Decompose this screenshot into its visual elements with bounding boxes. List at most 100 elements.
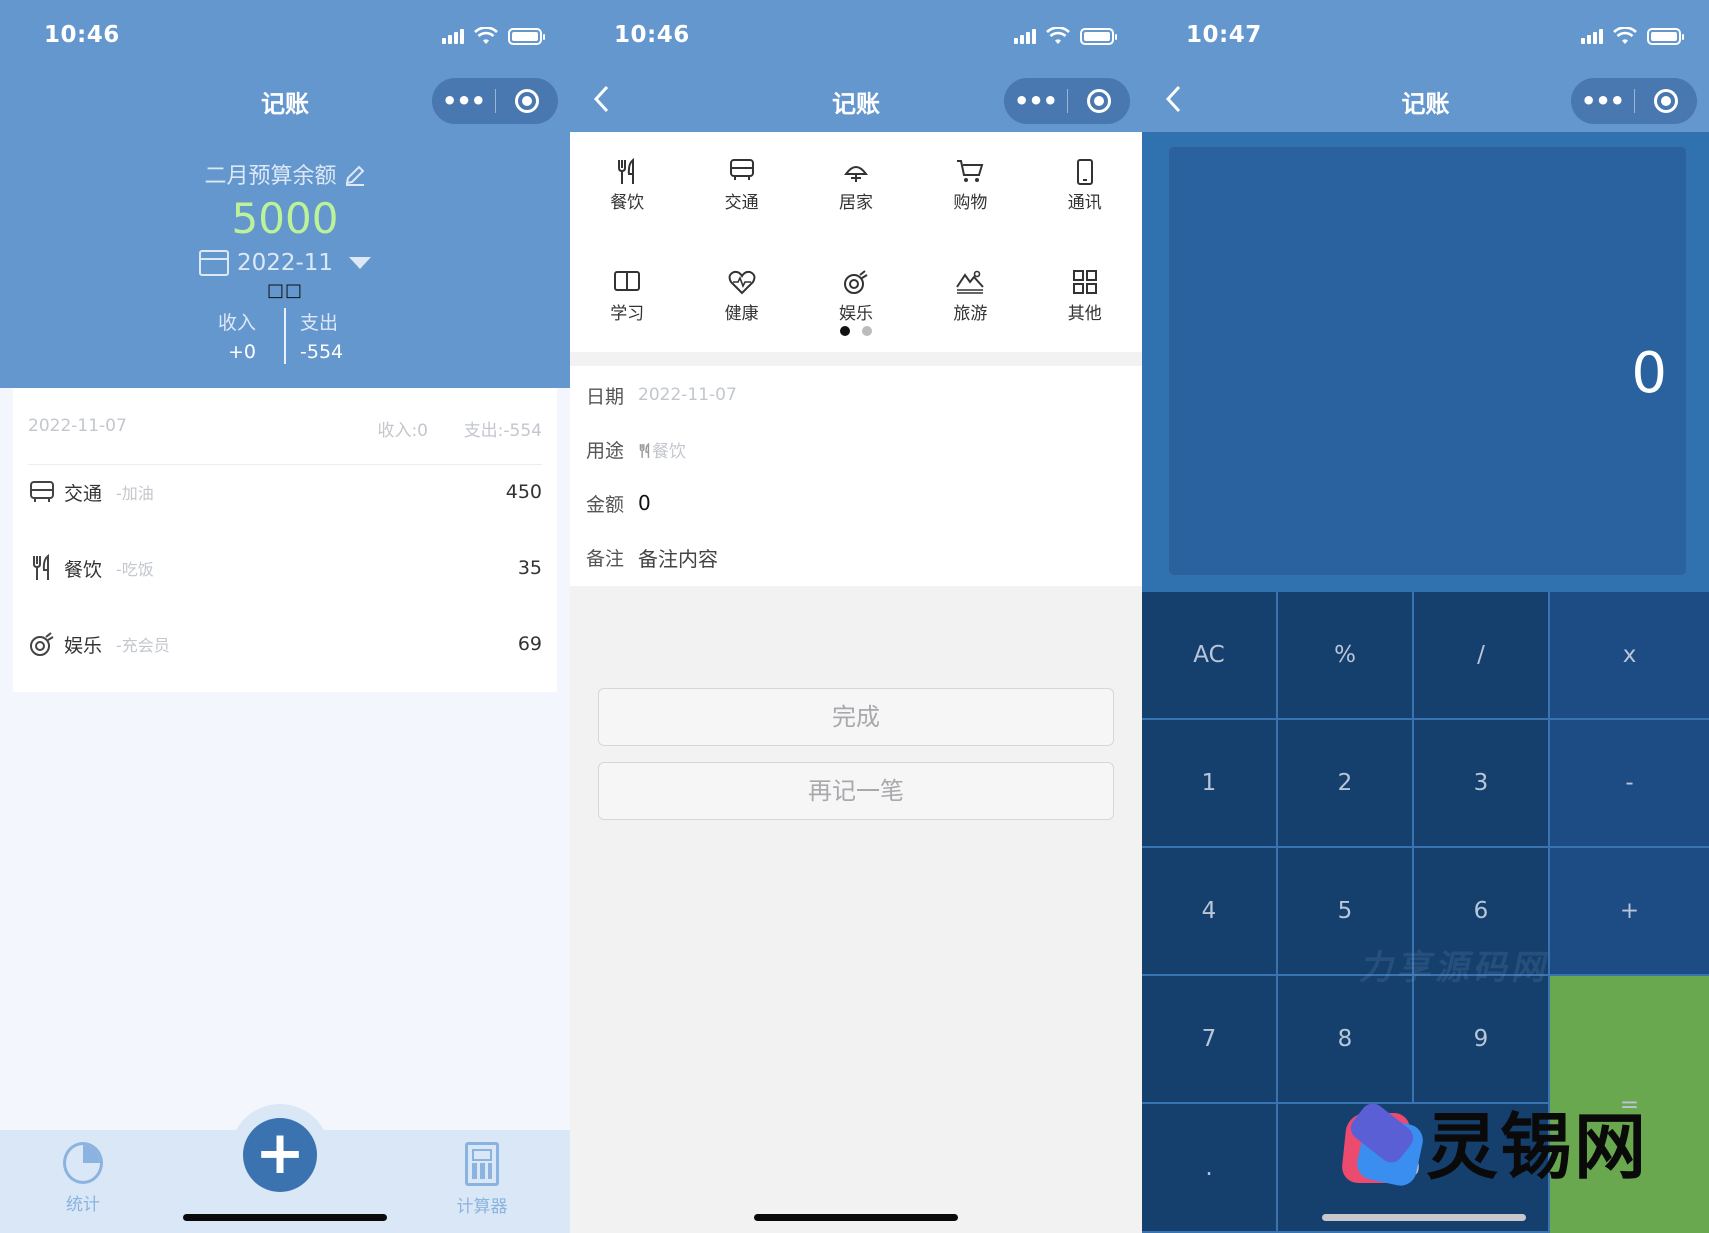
close-miniprogram-icon[interactable] — [1635, 89, 1697, 113]
category-transport[interactable]: 交通 — [684, 158, 798, 213]
status-time: 10:46 — [44, 22, 120, 48]
budget-label: 二月预算余额 — [0, 158, 570, 190]
entertainment-icon — [799, 269, 913, 297]
amount-field[interactable]: 金额 0 — [586, 488, 1126, 518]
key-3[interactable]: 3 — [1414, 720, 1550, 848]
logo-mark-icon — [1340, 1098, 1426, 1189]
key-minus[interactable]: - — [1550, 720, 1709, 848]
record-category: 交通 — [64, 482, 103, 505]
more-icon[interactable]: ••• — [432, 89, 495, 113]
category-picker: 餐饮 交通 居家 购物 通讯 学习 健康 娱乐 旅游 其他 — [570, 132, 1142, 352]
category-shopping[interactable]: 购物 — [913, 158, 1027, 213]
category-label: 旅游 — [953, 304, 988, 324]
purpose-value: 餐饮 — [638, 437, 686, 462]
category-travel[interactable]: 旅游 — [913, 269, 1027, 324]
add-record-button[interactable]: + — [243, 1118, 317, 1192]
screen-home: 10:46 记账 ••• 二月预算余额 5000 2022-11 □□ 收入 +… — [0, 0, 570, 1233]
month-picker[interactable]: 2022-11 — [0, 250, 570, 276]
day-date: 2022-11-07 — [28, 416, 127, 436]
miniprogram-capsule: ••• — [432, 78, 558, 124]
income-summary: 收入 +0 — [160, 308, 270, 363]
key-divide[interactable]: / — [1414, 592, 1550, 720]
key-dot[interactable]: . — [1142, 1104, 1278, 1233]
page-dot[interactable] — [862, 326, 872, 336]
category-entertainment[interactable]: 娱乐 — [799, 269, 913, 324]
calendar-icon — [198, 250, 229, 276]
home-indicator — [183, 1214, 387, 1221]
key-9[interactable]: 9 — [1414, 976, 1550, 1104]
more-icon[interactable]: ••• — [1571, 89, 1634, 113]
home-icon — [799, 158, 913, 186]
status-bar: 10:46 — [0, 0, 570, 70]
screen-add-record: 10:46 记账 ••• 餐饮 交通 居家 购物 通讯 学习 健康 娱乐 旅游 … — [570, 0, 1142, 1233]
key-1[interactable]: 1 — [1142, 720, 1278, 848]
cart-icon — [913, 158, 1027, 186]
record-category: 娱乐 — [64, 634, 103, 657]
tab-calculator[interactable]: 计算器 — [432, 1142, 532, 1217]
category-label: 居家 — [838, 193, 873, 213]
record-amount: 35 — [517, 557, 542, 579]
day-card: 2022-11-07 收入:0 支出:-554 交通 -加油 450 餐饮 -吃… — [13, 388, 557, 692]
remark-input[interactable]: 备注内容 — [638, 543, 718, 572]
key-multiply[interactable]: x — [1550, 592, 1709, 720]
add-another-button[interactable]: 再记一笔 — [598, 762, 1114, 820]
category-label: 娱乐 — [838, 304, 873, 324]
status-time: 10:47 — [1186, 22, 1262, 48]
key-ac[interactable]: AC — [1142, 592, 1278, 720]
close-miniprogram-icon[interactable] — [496, 89, 558, 113]
remark-label: 备注 — [586, 547, 625, 570]
tab-stats[interactable]: 统计 — [33, 1142, 133, 1215]
purpose-field[interactable]: 用途 餐饮 — [586, 434, 1126, 464]
edit-icon[interactable] — [344, 164, 366, 186]
category-study[interactable]: 学习 — [570, 269, 684, 324]
category-label: 其他 — [1067, 304, 1102, 324]
record-form: 日期 2022-11-07 用途 餐饮 金额 0 备注 备注内容 — [570, 366, 1142, 586]
signal-icon — [1581, 28, 1603, 44]
month-summary: 收入 +0 支出 -554 — [0, 308, 570, 364]
date-field[interactable]: 日期 2022-11-07 — [586, 380, 1126, 410]
grid-icon — [1028, 269, 1142, 297]
record-note: -充会员 — [116, 636, 170, 655]
expense-summary: 支出 -554 — [286, 308, 396, 363]
record-row[interactable]: 娱乐 -充会员 69 — [28, 624, 542, 664]
category-telecom[interactable]: 通讯 — [1028, 158, 1142, 213]
key-plus[interactable]: + — [1550, 848, 1709, 976]
nav-bar: 记账 ••• — [570, 70, 1142, 132]
amount-value[interactable]: 0 — [638, 491, 651, 515]
bus-icon — [28, 478, 56, 506]
record-amount: 450 — [505, 481, 542, 503]
close-miniprogram-icon[interactable] — [1068, 89, 1130, 113]
category-health[interactable]: 健康 — [684, 269, 798, 324]
remark-field[interactable]: 备注 备注内容 — [586, 542, 1126, 572]
key-8[interactable]: 8 — [1278, 976, 1414, 1104]
key-percent[interactable]: % — [1278, 592, 1414, 720]
phone-icon — [1028, 158, 1142, 186]
month-value: 2022-11 — [236, 250, 334, 276]
category-dining[interactable]: 餐饮 — [570, 157, 684, 213]
status-bar: 10:46 — [570, 0, 1142, 70]
battery-icon — [508, 27, 545, 45]
record-row[interactable]: 交通 -加油 450 — [28, 472, 542, 512]
key-7[interactable]: 7 — [1142, 976, 1278, 1104]
purpose-label: 用途 — [586, 439, 625, 462]
day-header: 2022-11-07 收入:0 支出:-554 — [28, 416, 542, 450]
heart-icon — [684, 269, 798, 297]
income-label: 收入 — [217, 312, 256, 334]
page-indicator — [570, 326, 1142, 336]
key-4[interactable]: 4 — [1142, 848, 1278, 976]
category-other[interactable]: 其他 — [1028, 269, 1142, 324]
page-dot-active[interactable] — [840, 326, 850, 336]
record-row[interactable]: 餐饮 -吃饭 35 — [28, 548, 542, 588]
purpose-text: 餐饮 — [652, 441, 686, 462]
watermark-text: 力享源码网 — [1357, 948, 1556, 988]
done-button[interactable]: 完成 — [598, 688, 1114, 746]
battery-icon — [1080, 27, 1117, 45]
more-icon[interactable]: ••• — [1004, 89, 1067, 113]
home-indicator — [754, 1214, 958, 1221]
signal-icon — [1014, 28, 1036, 44]
category-home[interactable]: 居家 — [799, 158, 913, 213]
key-2[interactable]: 2 — [1278, 720, 1414, 848]
signal-icon — [442, 28, 464, 44]
category-label: 购物 — [953, 193, 988, 213]
cutlery-icon — [28, 554, 56, 582]
